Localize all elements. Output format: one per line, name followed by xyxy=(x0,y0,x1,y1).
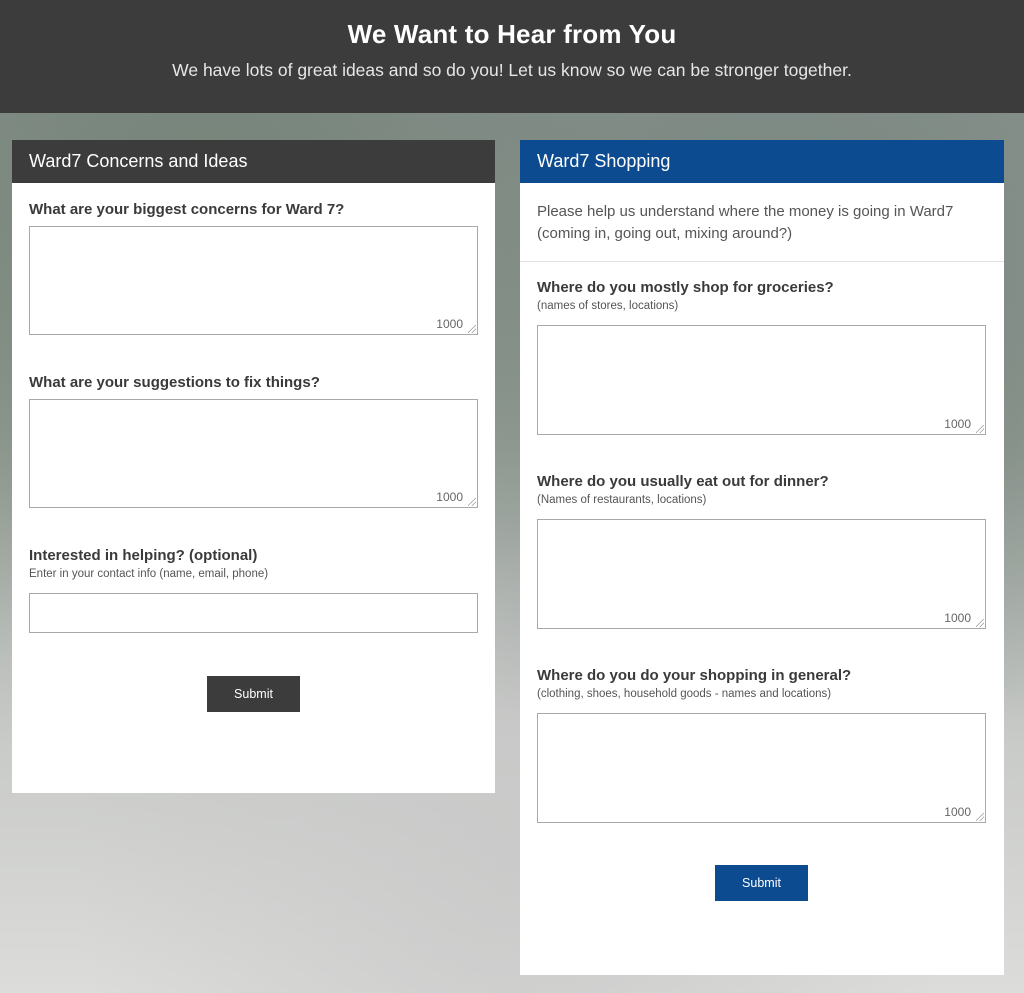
groceries-textarea[interactable]: 1000 xyxy=(537,325,986,435)
page-title: We Want to Hear from You xyxy=(347,19,677,49)
shopping-card: Ward7 Shopping Please help us understand… xyxy=(520,140,1004,975)
concerns-card: Ward7 Concerns and Ideas What are your b… xyxy=(12,140,495,793)
resize-handle-icon[interactable] xyxy=(976,425,984,433)
contact-info-input[interactable] xyxy=(29,593,478,633)
suggestions-textarea[interactable]: 1000 xyxy=(29,399,478,508)
shopping-intro-text: Please help us understand where the mone… xyxy=(537,203,954,242)
character-counter: 1000 xyxy=(436,317,463,331)
shopping-card-title: Ward7 Shopping xyxy=(520,140,1004,183)
groceries-question-hint: (names of stores, locations) xyxy=(537,300,679,312)
resize-handle-icon[interactable] xyxy=(468,325,476,333)
resize-handle-icon[interactable] xyxy=(976,813,984,821)
helping-question-hint: Enter in your contact info (name, email,… xyxy=(29,568,269,580)
suggestions-question-label: What are your suggestions to fix things? xyxy=(29,374,320,391)
character-counter: 1000 xyxy=(944,611,971,625)
general-shopping-textarea[interactable]: 1000 xyxy=(537,713,986,823)
divider xyxy=(520,261,1004,262)
resize-handle-icon[interactable] xyxy=(468,498,476,506)
character-counter: 1000 xyxy=(944,417,971,431)
concerns-textarea[interactable]: 1000 xyxy=(29,226,478,335)
dinner-textarea[interactable]: 1000 xyxy=(537,519,986,629)
general-shopping-question-label: Where do you do your shopping in general… xyxy=(537,667,852,684)
dinner-question-hint: (Names of restaurants, locations) xyxy=(537,494,707,506)
general-shopping-question-hint: (clothing, shoes, household goods - name… xyxy=(537,688,832,700)
character-counter: 1000 xyxy=(436,490,463,504)
page-subtitle: We have lots of great ideas and so do yo… xyxy=(172,60,852,80)
submit-button[interactable]: Submit xyxy=(207,676,300,712)
page-header: We Want to Hear from You We have lots of… xyxy=(0,0,1024,113)
groceries-question-label: Where do you mostly shop for groceries? xyxy=(537,279,834,296)
concerns-card-title: Ward7 Concerns and Ideas xyxy=(12,140,495,183)
dinner-question-label: Where do you usually eat out for dinner? xyxy=(537,473,829,490)
helping-question-label: Interested in helping? (optional) xyxy=(29,547,258,564)
submit-button[interactable]: Submit xyxy=(715,865,808,901)
character-counter: 1000 xyxy=(944,805,971,819)
resize-handle-icon[interactable] xyxy=(976,619,984,627)
concerns-question-label: What are your biggest concerns for Ward … xyxy=(29,201,345,218)
